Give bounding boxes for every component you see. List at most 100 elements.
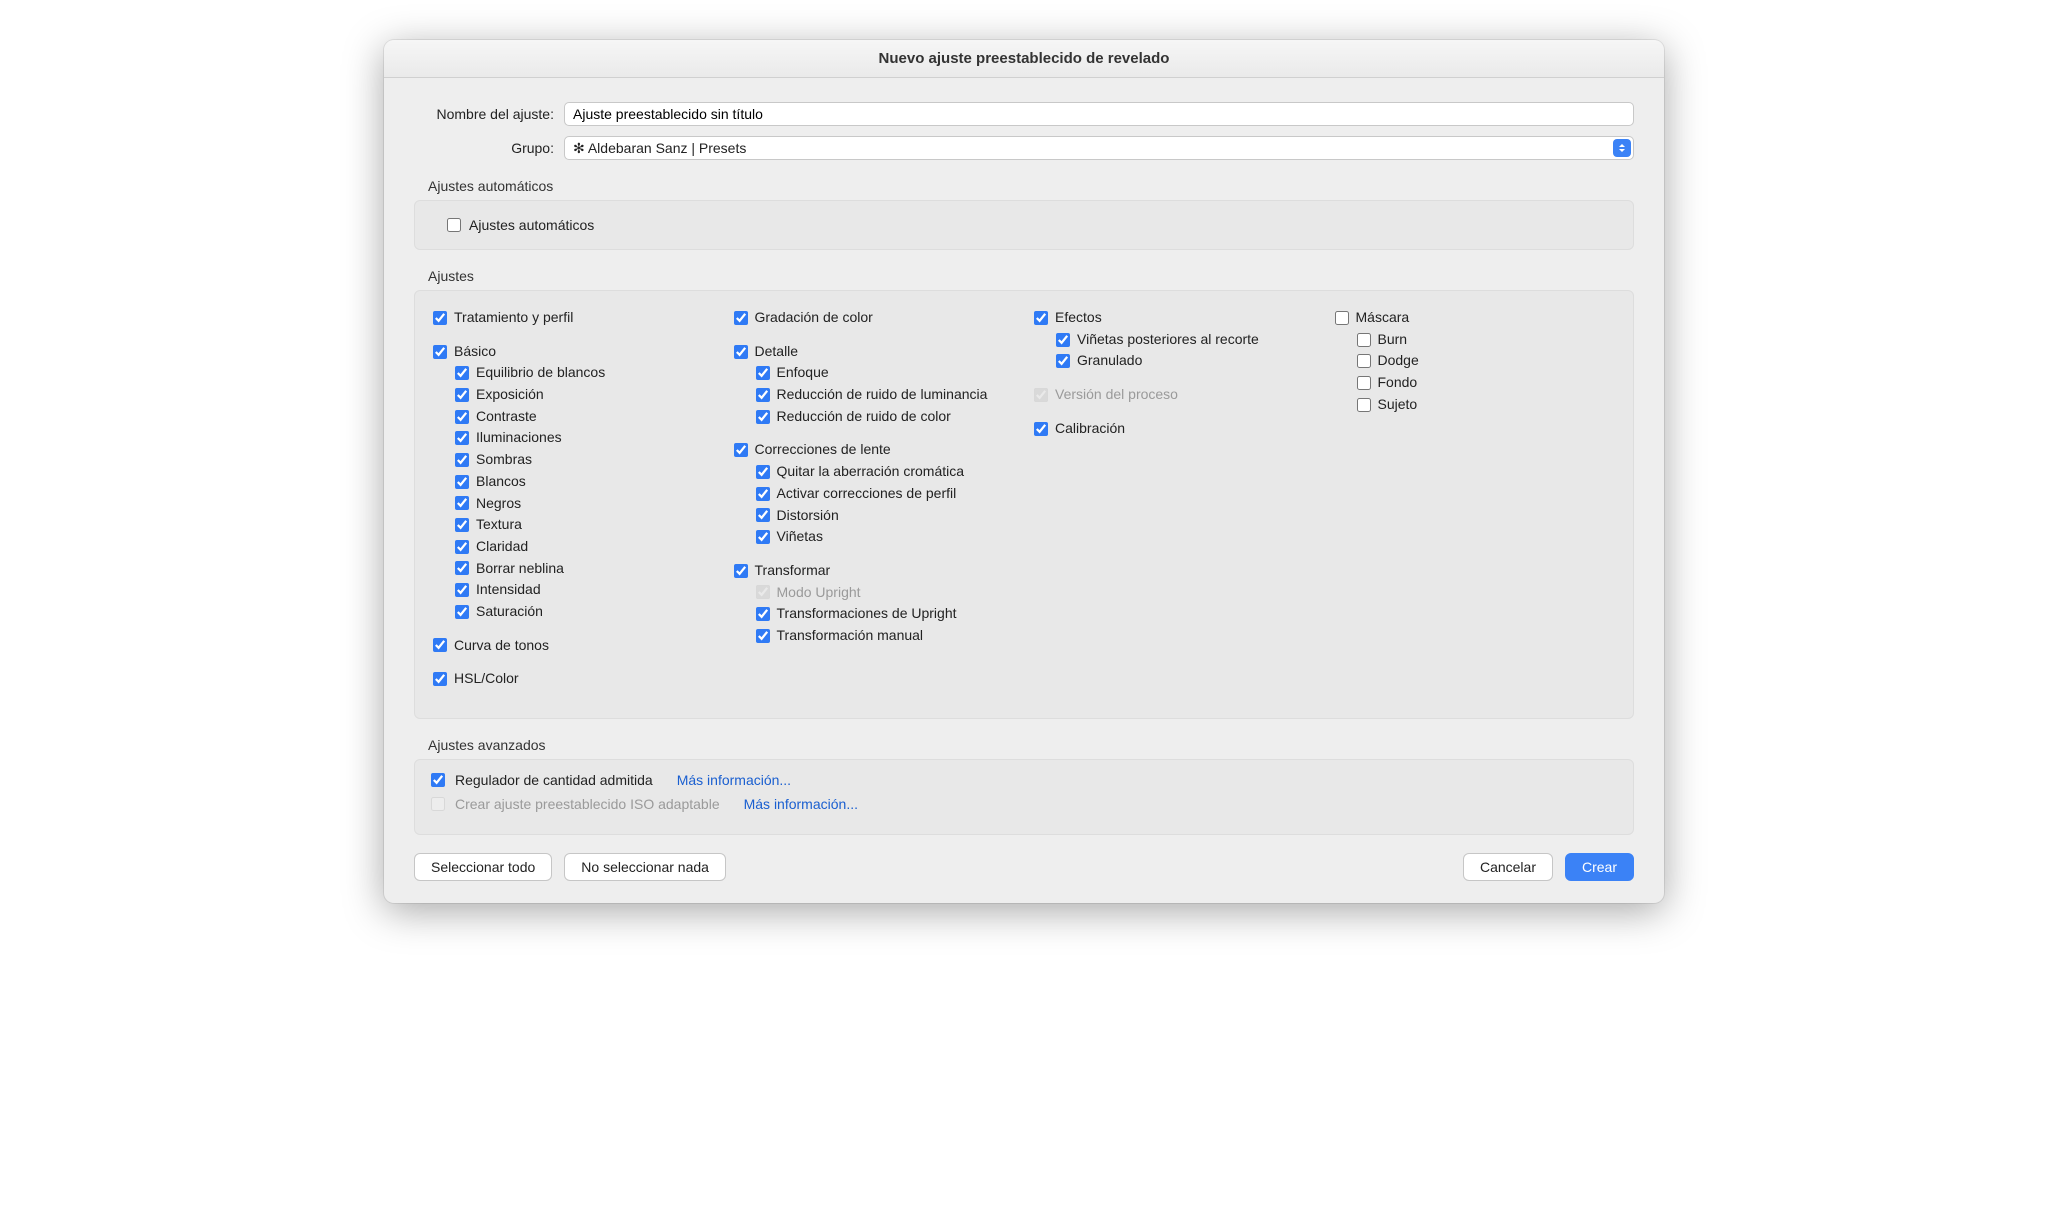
- item-checkbox[interactable]: [756, 487, 770, 501]
- item-checkbox[interactable]: [756, 530, 770, 544]
- item-checkbox[interactable]: [756, 585, 770, 599]
- item-checkbox[interactable]: [455, 561, 469, 575]
- item-checkbox[interactable]: [756, 465, 770, 479]
- item-label: Borrar neblina: [476, 558, 564, 580]
- auto-section-title: Ajustes automáticos: [428, 178, 1634, 194]
- item-checkbox[interactable]: [1056, 333, 1070, 347]
- item-checkbox[interactable]: [1357, 376, 1371, 390]
- group-checkbox[interactable]: [734, 311, 748, 325]
- item-label: Quitar la aberración cromática: [777, 461, 965, 483]
- group-label: Detalle: [755, 341, 799, 363]
- item-checkbox[interactable]: [455, 366, 469, 380]
- group-checkbox[interactable]: [734, 443, 748, 457]
- select-none-button[interactable]: No seleccionar nada: [564, 853, 726, 881]
- item-checkbox[interactable]: [455, 410, 469, 424]
- auto-adjust-label: Ajustes automáticos: [469, 217, 594, 233]
- item-label: Sujeto: [1378, 394, 1418, 416]
- item-label: Exposición: [476, 384, 544, 406]
- item-checkbox[interactable]: [756, 388, 770, 402]
- item-checkbox[interactable]: [1357, 333, 1371, 347]
- item-checkbox[interactable]: [455, 540, 469, 554]
- select-all-button[interactable]: Seleccionar todo: [414, 853, 552, 881]
- item-label: Enfoque: [777, 362, 829, 384]
- group-label: HSL/Color: [454, 668, 519, 690]
- item-checkbox[interactable]: [756, 629, 770, 643]
- item-checkbox[interactable]: [756, 366, 770, 380]
- item-label: Burn: [1378, 329, 1408, 351]
- group-checkbox[interactable]: [433, 345, 447, 359]
- item-checkbox[interactable]: [1056, 354, 1070, 368]
- group-checkbox[interactable]: [1034, 422, 1048, 436]
- preset-name-input[interactable]: [564, 102, 1634, 126]
- item-checkbox[interactable]: [455, 453, 469, 467]
- amount-slider-label: Regulador de cantidad admitida: [455, 772, 653, 788]
- item-label: Distorsión: [777, 505, 839, 527]
- settings-grid: Tratamiento y perfil BásicoEquilibrio de …: [431, 303, 1617, 706]
- item-checkbox[interactable]: [455, 583, 469, 597]
- group-checkbox[interactable]: [433, 638, 447, 652]
- group-label: Efectos: [1055, 307, 1102, 329]
- item-label: Modo Upright: [777, 582, 861, 604]
- group-checkbox[interactable]: [734, 345, 748, 359]
- group-label: Calibración: [1055, 418, 1125, 440]
- dialog-title: Nuevo ajuste preestablecido de revelado: [384, 40, 1664, 78]
- item-checkbox[interactable]: [455, 496, 469, 510]
- item-label: Textura: [476, 514, 522, 536]
- auto-adjust-checkbox[interactable]: [447, 218, 461, 232]
- item-label: Intensidad: [476, 579, 541, 601]
- advanced-section-title: Ajustes avanzados: [428, 737, 1634, 753]
- item-checkbox[interactable]: [455, 475, 469, 489]
- chevron-updown-icon[interactable]: [1613, 139, 1631, 157]
- item-label: Sombras: [476, 449, 532, 471]
- group-checkbox[interactable]: [433, 311, 447, 325]
- item-label: Reducción de ruido de color: [777, 406, 951, 428]
- item-label: Reducción de ruido de luminancia: [777, 384, 988, 406]
- item-checkbox[interactable]: [455, 388, 469, 402]
- group-label: Máscara: [1356, 307, 1410, 329]
- item-label: Viñetas: [777, 526, 823, 548]
- item-label: Claridad: [476, 536, 528, 558]
- group-checkbox[interactable]: [1034, 388, 1048, 402]
- iso-more-info-link[interactable]: Más información...: [744, 796, 858, 812]
- item-checkbox[interactable]: [455, 605, 469, 619]
- item-checkbox[interactable]: [1357, 398, 1371, 412]
- group-checkbox[interactable]: [1335, 311, 1349, 325]
- group-label: Tratamiento y perfil: [454, 307, 573, 329]
- item-checkbox[interactable]: [455, 431, 469, 445]
- group-label: Transformar: [755, 560, 831, 582]
- item-label: Dodge: [1378, 350, 1419, 372]
- item-label: Equilibrio de blancos: [476, 362, 605, 384]
- item-checkbox[interactable]: [1357, 354, 1371, 368]
- group-label: Gradación de color: [755, 307, 873, 329]
- amount-more-info-link[interactable]: Más información...: [677, 772, 791, 788]
- settings-section-title: Ajustes: [428, 268, 1634, 284]
- item-label: Granulado: [1077, 350, 1142, 372]
- group-checkbox[interactable]: [433, 672, 447, 686]
- preset-name-label: Nombre del ajuste:: [414, 106, 564, 122]
- create-button[interactable]: Crear: [1565, 853, 1634, 881]
- item-label: Saturación: [476, 601, 543, 623]
- group-label: Grupo:: [414, 140, 564, 156]
- item-label: Contraste: [476, 406, 537, 428]
- group-checkbox[interactable]: [1034, 311, 1048, 325]
- item-label: Transformación manual: [777, 625, 924, 647]
- item-checkbox[interactable]: [455, 518, 469, 532]
- cancel-button[interactable]: Cancelar: [1463, 853, 1553, 881]
- item-label: Fondo: [1378, 372, 1418, 394]
- iso-adaptive-label: Crear ajuste preestablecido ISO adaptabl…: [455, 796, 720, 812]
- item-label: Blancos: [476, 471, 526, 493]
- group-checkbox[interactable]: [734, 564, 748, 578]
- group-label: Básico: [454, 341, 496, 363]
- dialog-window: Nuevo ajuste preestablecido de revelado …: [384, 40, 1664, 903]
- item-checkbox[interactable]: [756, 607, 770, 621]
- group-label: Versión del proceso: [1055, 384, 1178, 406]
- iso-adaptive-checkbox[interactable]: [431, 797, 445, 811]
- amount-slider-checkbox[interactable]: [431, 773, 445, 787]
- item-label: Activar correcciones de perfil: [777, 483, 957, 505]
- group-select[interactable]: ✻ Aldebaran Sanz | Presets: [564, 136, 1634, 160]
- item-checkbox[interactable]: [756, 508, 770, 522]
- item-label: Negros: [476, 493, 521, 515]
- group-label: Curva de tonos: [454, 635, 549, 657]
- item-label: Viñetas posteriores al recorte: [1077, 329, 1259, 351]
- item-checkbox[interactable]: [756, 410, 770, 424]
